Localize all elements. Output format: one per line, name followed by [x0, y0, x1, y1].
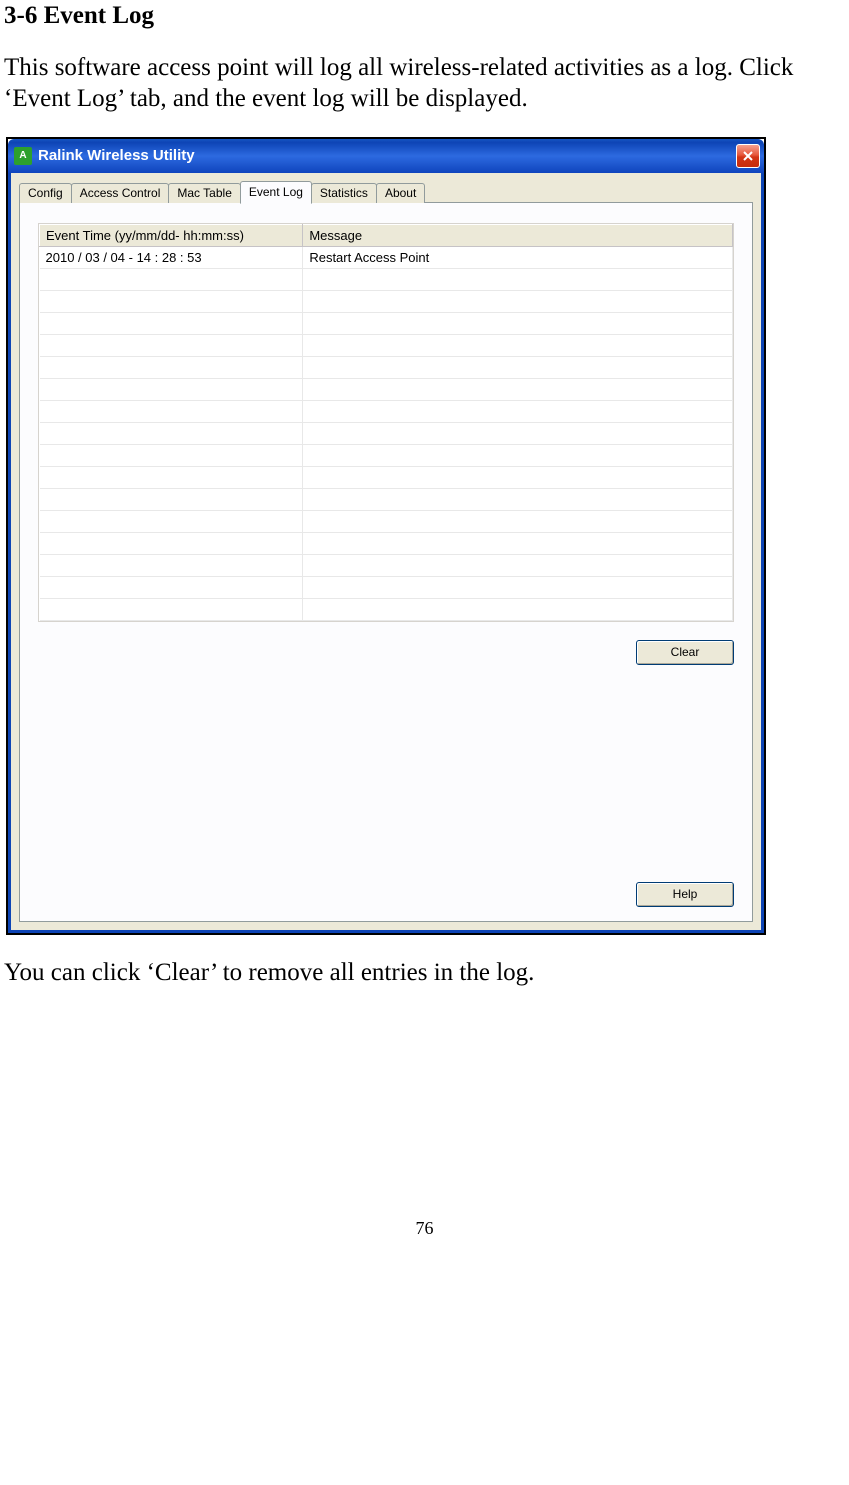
table-row[interactable] [40, 488, 733, 510]
cell-event-time [40, 488, 303, 510]
table-row[interactable] [40, 576, 733, 598]
cell-event-time [40, 290, 303, 312]
tab-mac-table[interactable]: Mac Table [168, 183, 240, 203]
cell-event-time [40, 510, 303, 532]
window-title: Ralink Wireless Utility [38, 147, 736, 164]
cell-message [303, 422, 733, 444]
tab-access-control[interactable]: Access Control [71, 183, 170, 203]
close-button[interactable] [736, 144, 760, 168]
table-row[interactable] [40, 444, 733, 466]
tab-about[interactable]: About [376, 183, 425, 203]
table-row[interactable] [40, 268, 733, 290]
cell-event-time [40, 378, 303, 400]
titlebar[interactable]: Ralink Wireless Utility [8, 139, 764, 173]
event-log-table: Event Time (yy/mm/dd- hh:mm:ss) Message … [39, 224, 733, 621]
cell-event-time [40, 268, 303, 290]
column-header-time[interactable]: Event Time (yy/mm/dd- hh:mm:ss) [40, 224, 303, 246]
tab-config[interactable]: Config [19, 183, 72, 203]
cell-message [303, 356, 733, 378]
cell-message: Restart Access Point [303, 246, 733, 268]
table-row[interactable] [40, 554, 733, 576]
cell-event-time [40, 422, 303, 444]
table-row[interactable] [40, 378, 733, 400]
screenshot-window: Ralink Wireless Utility Config Access Co… [6, 137, 766, 935]
window-body: Config Access Control Mac Table Event Lo… [8, 173, 764, 933]
app-icon [14, 147, 32, 165]
table-row[interactable]: 2010 / 03 / 04 - 14 : 28 : 53Restart Acc… [40, 246, 733, 268]
cell-event-time [40, 334, 303, 356]
tab-strip: Config Access Control Mac Table Event Lo… [19, 183, 753, 203]
table-row[interactable] [40, 334, 733, 356]
table-row[interactable] [40, 356, 733, 378]
cell-event-time [40, 312, 303, 334]
cell-event-time [40, 444, 303, 466]
cell-message [303, 334, 733, 356]
cell-event-time [40, 576, 303, 598]
column-header-message[interactable]: Message [303, 224, 733, 246]
cell-event-time [40, 532, 303, 554]
clear-button[interactable]: Clear [636, 640, 734, 665]
cell-message [303, 400, 733, 422]
cell-event-time [40, 466, 303, 488]
cell-message [303, 576, 733, 598]
table-row[interactable] [40, 598, 733, 620]
table-row[interactable] [40, 400, 733, 422]
cell-message [303, 554, 733, 576]
cell-message [303, 488, 733, 510]
table-row[interactable] [40, 466, 733, 488]
table-row[interactable] [40, 290, 733, 312]
cell-message [303, 290, 733, 312]
cell-message [303, 444, 733, 466]
table-row[interactable] [40, 422, 733, 444]
page-number: 76 [4, 1218, 845, 1239]
cell-message [303, 532, 733, 554]
close-icon [742, 150, 754, 162]
outro-paragraph: You can click ‘Clear’ to remove all entr… [4, 957, 845, 988]
cell-message [303, 268, 733, 290]
tab-statistics[interactable]: Statistics [311, 183, 377, 203]
table-row[interactable] [40, 532, 733, 554]
cell-message [303, 510, 733, 532]
intro-paragraph: This software access point will log all … [4, 52, 845, 115]
cell-event-time [40, 356, 303, 378]
tab-event-log[interactable]: Event Log [240, 181, 312, 204]
cell-message [303, 312, 733, 334]
section-heading: 3-6 Event Log [4, 2, 845, 30]
tab-content: Event Time (yy/mm/dd- hh:mm:ss) Message … [19, 202, 753, 922]
help-button[interactable]: Help [636, 882, 734, 907]
cell-message [303, 466, 733, 488]
cell-message [303, 378, 733, 400]
cell-event-time [40, 400, 303, 422]
cell-event-time [40, 554, 303, 576]
cell-event-time: 2010 / 03 / 04 - 14 : 28 : 53 [40, 246, 303, 268]
table-row[interactable] [40, 312, 733, 334]
cell-message [303, 598, 733, 620]
event-log-table-wrap: Event Time (yy/mm/dd- hh:mm:ss) Message … [38, 223, 734, 622]
table-row[interactable] [40, 510, 733, 532]
cell-event-time [40, 598, 303, 620]
